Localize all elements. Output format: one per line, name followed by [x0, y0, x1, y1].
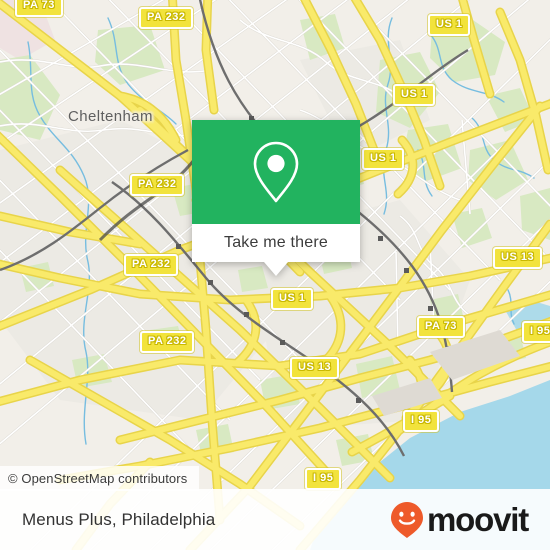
shield-pa-232-mid[interactable]: PA 232: [130, 174, 185, 196]
shield-us-1-upper[interactable]: US 1: [393, 84, 436, 106]
shield-i-95-mid[interactable]: I 95: [403, 410, 440, 432]
shield-i-95-bottom[interactable]: I 95: [305, 468, 342, 490]
osm-attribution[interactable]: © OpenStreetMap contributors: [0, 466, 200, 491]
take-me-there-label: Take me there: [224, 234, 328, 251]
shield-pa-232-low[interactable]: PA 232: [140, 331, 195, 353]
popup-cta-panel[interactable]: Take me there: [192, 224, 360, 262]
shield-i-95-edge[interactable]: I 95: [522, 321, 550, 343]
moovit-wordmark: moovit: [427, 501, 529, 538]
shield-us-13-center[interactable]: US 13: [290, 357, 340, 379]
popup-pin-panel: [192, 120, 360, 224]
shield-pa-232-left[interactable]: PA 232: [124, 254, 179, 276]
popup-tail-pointer: [264, 262, 288, 276]
place-label-cheltenham: Cheltenham: [68, 108, 153, 125]
shield-pa-73-right[interactable]: PA 73: [417, 316, 465, 338]
shield-pa-73-top[interactable]: PA 73: [15, 0, 63, 17]
location-popup[interactable]: Take me there: [192, 120, 360, 276]
map-screen: Cheltenham PA 73 PA 232 US 1 US 1 PA 232…: [0, 0, 550, 550]
osm-attribution-text: © OpenStreetMap contributors: [8, 471, 188, 486]
map-pin-icon: [253, 141, 299, 203]
shield-us-1-center[interactable]: US 1: [271, 288, 314, 310]
moovit-smiley-pin-icon: [391, 501, 424, 538]
moovit-logo[interactable]: moovit: [390, 501, 529, 539]
page-title: Menus Plus, Philadelphia: [22, 509, 216, 529]
shield-us-1-mid[interactable]: US 1: [362, 148, 405, 170]
footer-bar: Menus Plus, Philadelphia moovit: [0, 489, 550, 550]
shield-pa-232-top[interactable]: PA 232: [139, 7, 194, 29]
shield-us-1-topright[interactable]: US 1: [428, 14, 471, 36]
shield-us-13-right[interactable]: US 13: [493, 247, 543, 269]
